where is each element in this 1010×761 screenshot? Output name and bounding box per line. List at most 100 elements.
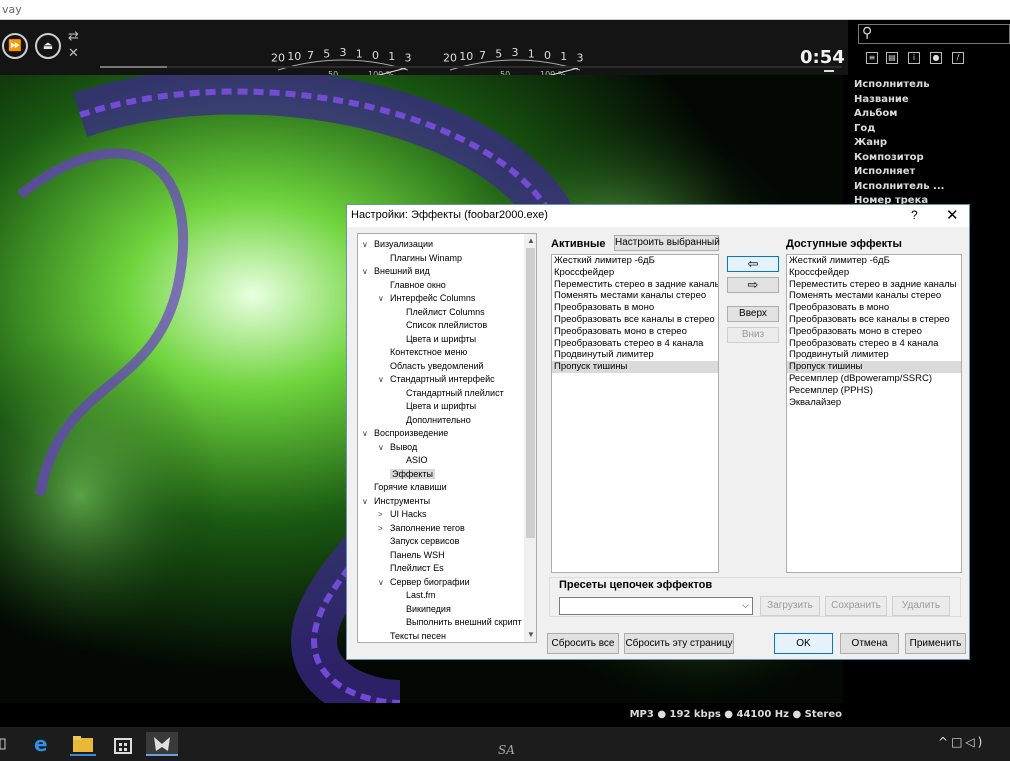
scroll-up-icon[interactable]: ▲ bbox=[527, 236, 535, 245]
lyrics-icon[interactable]: / bbox=[952, 52, 964, 64]
remove-effect-button[interactable]: ⇨ bbox=[727, 277, 779, 293]
delete-preset-button[interactable]: Удалить bbox=[892, 596, 950, 616]
tag-field-label[interactable]: Год bbox=[854, 122, 944, 137]
tree-item[interactable]: ∨ Сервер биографии bbox=[378, 576, 470, 589]
effect-list-item[interactable]: Продвинутый лимитер bbox=[787, 349, 961, 361]
tree-item[interactable]: ∨ Стандартный интерфейс bbox=[378, 373, 495, 386]
file-explorer-icon[interactable] bbox=[70, 732, 96, 756]
eject-button[interactable]: ⏏ bbox=[35, 33, 61, 59]
effect-list-item[interactable]: Ресемплер (dBpoweramp/SSRC) bbox=[787, 373, 961, 385]
tree-item[interactable]: Стандартный плейлист bbox=[406, 387, 504, 400]
shuffle-icon[interactable]: ✕ bbox=[68, 46, 79, 61]
effect-list-item[interactable]: Преобразовать стерео в 4 канала bbox=[787, 338, 961, 350]
chevron-down-icon[interactable]: ∨ bbox=[378, 441, 384, 454]
tree-item[interactable]: Горячие клавиши bbox=[374, 481, 447, 494]
save-preset-button[interactable]: Сохранить bbox=[825, 596, 887, 616]
volume-icon[interactable]: ◁) bbox=[965, 735, 985, 749]
effect-list-item[interactable]: Пропуск тишины bbox=[787, 361, 961, 373]
effect-list-item[interactable]: Пропуск тишины bbox=[552, 361, 718, 373]
tree-item[interactable]: Цвета и шрифты bbox=[406, 400, 476, 413]
tag-field-label[interactable]: Исполнитель ... bbox=[854, 180, 944, 195]
list-view-icon[interactable]: ≡ bbox=[866, 52, 878, 64]
seek-bar[interactable] bbox=[100, 66, 842, 68]
info-icon[interactable]: i bbox=[908, 52, 920, 64]
tree-item[interactable]: Выполнить внешний скрипт bbox=[406, 616, 522, 629]
tree-item[interactable]: ∨ Визуализации bbox=[362, 238, 433, 251]
effect-list-item[interactable]: Поменять местами каналы стерео bbox=[787, 290, 961, 302]
effect-list-item[interactable]: Жесткий лимитер -6дБ bbox=[787, 255, 961, 267]
tree-item[interactable]: ASIO bbox=[406, 454, 428, 467]
active-effects-list[interactable]: Жесткий лимитер -6дБ Кроссфейдер Перемести… bbox=[551, 254, 719, 573]
reset-all-button[interactable]: Сбросить все bbox=[547, 633, 619, 654]
effect-list-item[interactable]: Кроссфейдер bbox=[787, 267, 961, 279]
chevron-down-icon[interactable]: ∨ bbox=[378, 373, 384, 386]
search-box[interactable]: ⚲ bbox=[858, 24, 1010, 44]
tree-item[interactable]: Контекстное меню bbox=[390, 346, 467, 359]
effect-list-item[interactable]: Преобразовать стерео в 4 канала bbox=[552, 338, 718, 350]
add-effect-button[interactable]: ⇦ bbox=[727, 256, 779, 272]
tree-item[interactable]: Last.fm bbox=[406, 589, 436, 602]
tree-item[interactable]: Запуск сервисов bbox=[390, 535, 459, 548]
configure-selected-button[interactable]: Настроить выбранный bbox=[614, 235, 720, 251]
minimize-icon[interactable] bbox=[824, 70, 834, 72]
tree-item[interactable]: > UI Hacks bbox=[378, 508, 427, 521]
chevron-down-icon[interactable]: ∨ bbox=[378, 292, 384, 305]
effect-list-item[interactable]: Переместить стерео в задние каналы bbox=[787, 279, 961, 291]
effect-list-item[interactable]: Жесткий лимитер -6дБ bbox=[552, 255, 718, 267]
foobar2000-icon[interactable] bbox=[146, 732, 178, 756]
effect-list-item[interactable]: Преобразовать моно в стерео bbox=[787, 326, 961, 338]
preset-combobox[interactable]: ⌵ bbox=[559, 597, 753, 615]
reset-page-button[interactable]: Сбросить эту страницу bbox=[624, 633, 734, 654]
apply-button[interactable]: Применить bbox=[905, 633, 966, 654]
scrollbar-thumb[interactable] bbox=[526, 248, 535, 538]
chevron-right-icon[interactable]: > bbox=[378, 508, 383, 521]
chevron-down-icon[interactable]: ∨ bbox=[362, 495, 368, 508]
ok-button[interactable]: OK bbox=[774, 633, 833, 654]
effect-list-item[interactable]: Преобразовать все каналы в стерео bbox=[787, 314, 961, 326]
tree-item[interactable]: Википедия bbox=[406, 603, 451, 616]
edge-icon[interactable]: e bbox=[30, 732, 56, 756]
repeat-icon[interactable]: ⇄ bbox=[68, 29, 79, 44]
move-down-button[interactable]: Вниз bbox=[727, 327, 779, 343]
tree-item[interactable]: Плагины Winamp bbox=[390, 252, 462, 265]
store-icon[interactable] bbox=[110, 732, 136, 756]
tree-item[interactable]: Тексты песен bbox=[390, 630, 446, 643]
columns-view-icon[interactable]: ▤ bbox=[886, 52, 898, 64]
tag-field-label[interactable]: Жанр bbox=[854, 136, 944, 151]
help-button[interactable]: ? bbox=[911, 208, 918, 222]
chevron-down-icon[interactable]: ∨ bbox=[362, 238, 368, 251]
effect-list-item[interactable]: Ресемплер (PPHS) bbox=[787, 385, 961, 397]
chevron-down-icon[interactable]: ∨ bbox=[362, 427, 368, 440]
effect-list-item[interactable]: Продвинутый лимитер bbox=[552, 349, 718, 361]
tree-item[interactable]: ∨ Вывод bbox=[378, 441, 417, 454]
load-preset-button[interactable]: Загрузить bbox=[760, 596, 820, 616]
network-icon[interactable]: □ bbox=[951, 735, 965, 749]
tag-field-label[interactable]: Альбом bbox=[854, 107, 944, 122]
effect-list-item[interactable]: Преобразовать в моно bbox=[787, 302, 961, 314]
tree-item[interactable]: Плейлист Es bbox=[390, 562, 444, 575]
tag-field-label[interactable]: Исполняет bbox=[854, 165, 944, 180]
move-up-button[interactable]: Вверх bbox=[727, 306, 779, 322]
settings-tree[interactable]: ▲ ▼ ∨ Визуализации Плагины Winamp ∨ Внешний … bbox=[357, 233, 537, 643]
effect-list-item[interactable]: Преобразовать в моно bbox=[552, 302, 718, 314]
tree-item[interactable]: Главное окно bbox=[390, 279, 446, 292]
tree-item[interactable]: Дополнительно bbox=[406, 414, 471, 427]
tree-item[interactable]: ∨ Инструменты bbox=[362, 495, 430, 508]
effect-list-item[interactable]: Кроссфейдер bbox=[552, 267, 718, 279]
close-button[interactable]: ✕ bbox=[946, 206, 959, 224]
user-icon[interactable]: ● bbox=[930, 52, 942, 64]
chevron-down-icon[interactable]: ∨ bbox=[362, 265, 368, 278]
effect-list-item[interactable]: Переместить стерео в задние каналы bbox=[552, 279, 718, 291]
tree-scrollbar[interactable]: ▲ ▼ bbox=[524, 234, 536, 642]
effect-list-item[interactable]: Преобразовать моно в стерео bbox=[552, 326, 718, 338]
tree-item[interactable]: Цвета и шрифты bbox=[406, 333, 476, 346]
available-effects-list[interactable]: Жесткий лимитер -6дБ Кроссфейдер Перемести… bbox=[786, 254, 962, 573]
tree-item[interactable]: ∨ Воспроизведение bbox=[362, 427, 448, 440]
tag-field-label[interactable]: Композитор bbox=[854, 151, 944, 166]
tree-item[interactable]: ∨ Внешний вид bbox=[362, 265, 430, 278]
cancel-button[interactable]: Отмена bbox=[840, 633, 899, 654]
tree-item[interactable]: Область уведомлений bbox=[390, 360, 484, 373]
chevron-down-icon[interactable]: ∨ bbox=[378, 576, 384, 589]
scroll-down-icon[interactable]: ▼ bbox=[527, 630, 535, 639]
tag-field-label[interactable]: Название bbox=[854, 93, 944, 108]
